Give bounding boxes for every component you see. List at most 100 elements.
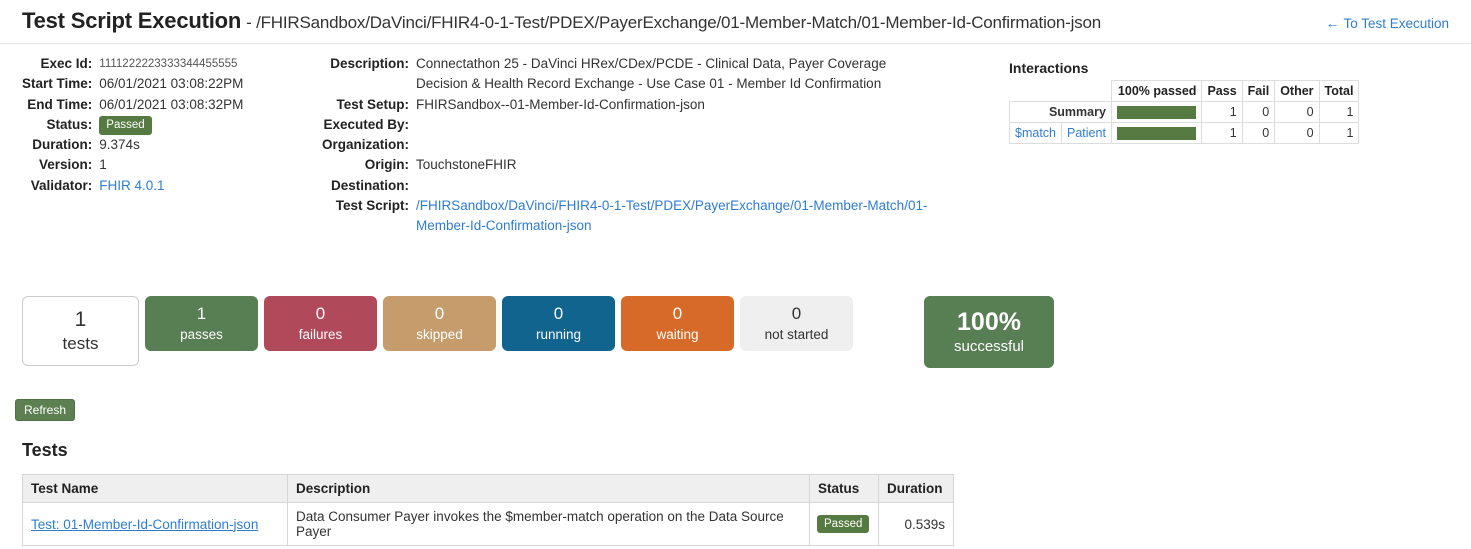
stat-box-running: 0 running <box>502 296 615 351</box>
status-badge: Passed <box>99 116 151 135</box>
execution-details-mid: Description: Connectathon 25 - DaVinci H… <box>322 54 932 237</box>
interactions-summary-pass: 1 <box>1202 102 1242 123</box>
progress-bar-track <box>1117 106 1197 119</box>
version-label: Version: <box>22 155 92 175</box>
stat-not-started-count: 0 <box>792 303 801 325</box>
end-time-label: End Time: <box>22 95 92 115</box>
stat-skipped-label: skipped <box>416 325 463 344</box>
stat-tests-label: tests <box>63 333 99 355</box>
stat-waiting-count: 0 <box>673 303 682 325</box>
arrow-left-icon: ← <box>1325 16 1339 30</box>
test-script-value: /FHIRSandbox/DaVinci/FHIR4-0-1-Test/PDEX… <box>416 196 932 237</box>
match-operation-link[interactable]: $match <box>1015 126 1056 140</box>
exec-id-label: Exec Id: <box>22 54 92 74</box>
stat-successful-percent: 100% <box>957 307 1021 337</box>
tests-col-duration: Duration <box>879 475 954 503</box>
interactions-summary-bar-cell <box>1111 102 1202 123</box>
test-description-cell: Data Consumer Payer invokes the $member-… <box>288 503 810 546</box>
patient-resource-link[interactable]: Patient <box>1067 126 1106 140</box>
duration-value: 9.374s <box>99 135 322 155</box>
interactions-match-pass: 1 <box>1202 123 1242 144</box>
interactions-summary-other: 0 <box>1275 102 1319 123</box>
tests-heading: Tests <box>22 440 68 461</box>
refresh-button[interactable]: Refresh <box>15 399 75 421</box>
interactions-summary-label: Summary <box>1010 102 1112 123</box>
description-label: Description: <box>322 54 409 95</box>
test-setup-label: Test Setup: <box>322 95 409 115</box>
execution-details-left: Exec Id: 1111222223333344455555 Start Ti… <box>22 54 322 196</box>
duration-label: Duration: <box>22 135 92 155</box>
page-header: Test Script Execution- /FHIRSandbox/DaVi… <box>0 0 1471 44</box>
organization-label: Organization: <box>322 135 409 155</box>
start-time-value: 06/01/2021 03:08:22PM <box>99 74 322 94</box>
tests-table: Test Name Description Status Duration Te… <box>22 474 954 546</box>
stat-passes-count: 1 <box>197 303 206 325</box>
stat-running-count: 0 <box>554 303 563 325</box>
stat-box-failures: 0 failures <box>264 296 377 351</box>
to-test-execution-link[interactable]: ← To Test Execution <box>1325 12 1449 31</box>
executed-by-value <box>416 115 932 135</box>
page-title: Test Script Execution- /FHIRSandbox/DaVi… <box>22 8 1101 34</box>
origin-label: Origin: <box>322 155 409 175</box>
test-script-link[interactable]: /FHIRSandbox/DaVinci/FHIR4-0-1-Test/PDEX… <box>416 198 927 233</box>
stat-passes-label: passes <box>180 325 223 344</box>
page-title-path: - /FHIRSandbox/DaVinci/FHIR4-0-1-Test/PD… <box>246 13 1101 32</box>
test-status-cell: Passed <box>810 503 879 546</box>
stat-box-successful: 100% successful <box>924 296 1054 368</box>
stat-skipped-count: 0 <box>435 303 444 325</box>
interactions-summary-total: 1 <box>1319 102 1359 123</box>
stat-box-skipped: 0 skipped <box>383 296 496 351</box>
interactions-col-pass: Pass <box>1202 81 1242 102</box>
tests-header-row: Test Name Description Status Duration <box>23 475 954 503</box>
stat-box-passes: 1 passes <box>145 296 258 351</box>
interactions-summary-fail: 0 <box>1242 102 1275 123</box>
interactions-col-other: Other <box>1275 81 1319 102</box>
table-row: Test: 01-Member-Id-Confirmation-json Dat… <box>23 503 954 546</box>
tests-col-description: Description <box>288 475 810 503</box>
interactions-col-blank <box>1010 81 1112 102</box>
test-duration-cell: 0.539s <box>879 503 954 546</box>
stat-box-waiting: 0 waiting <box>621 296 734 351</box>
stat-box-not-started: 0 not started <box>740 296 853 351</box>
organization-value <box>416 135 932 155</box>
interactions-match-total: 1 <box>1319 123 1359 144</box>
interactions-match-bar-cell <box>1111 123 1202 144</box>
status-label: Status: <box>22 115 92 135</box>
tests-col-name: Test Name <box>23 475 288 503</box>
interactions-panel: Interactions 100% passed Pass Fail Other… <box>1009 60 1350 144</box>
exec-id-value: 1111222223333344455555 <box>99 54 322 74</box>
validator-value: FHIR 4.0.1 <box>99 176 322 196</box>
end-time-value: 06/01/2021 03:08:32PM <box>99 95 322 115</box>
stat-box-tests: 1 tests <box>22 296 139 366</box>
progress-bar-fill <box>1117 106 1197 119</box>
origin-value: TouchstoneFHIR <box>416 155 932 175</box>
validator-link[interactable]: FHIR 4.0.1 <box>99 178 164 193</box>
progress-bar-track <box>1117 127 1197 140</box>
to-test-execution-label: To Test Execution <box>1343 16 1449 31</box>
interactions-match-fail: 0 <box>1242 123 1275 144</box>
interactions-table: 100% passed Pass Fail Other Total Summar… <box>1009 80 1359 144</box>
validator-label: Validator: <box>22 176 92 196</box>
test-name-link[interactable]: Test: 01-Member-Id-Confirmation-json <box>31 517 258 532</box>
test-script-label: Test Script: <box>322 196 409 237</box>
stat-failures-label: failures <box>299 325 343 344</box>
version-value: 1 <box>99 155 322 175</box>
interactions-match-other: 0 <box>1275 123 1319 144</box>
stat-successful-label: successful <box>954 337 1024 357</box>
stat-waiting-label: waiting <box>656 325 698 344</box>
stat-not-started-label: not started <box>765 325 829 344</box>
test-setup-value: FHIRSandbox--01-Member-Id-Confirmation-j… <box>416 95 932 115</box>
destination-label: Destination: <box>322 176 409 196</box>
progress-bar-fill <box>1117 127 1197 140</box>
interactions-operation-cell[interactable]: $match <box>1010 123 1062 144</box>
interactions-row-summary: Summary 1 0 0 1 <box>1010 102 1359 123</box>
executed-by-label: Executed By: <box>322 115 409 135</box>
interactions-resource-cell[interactable]: Patient <box>1062 123 1112 144</box>
description-value: Connectathon 25 - DaVinci HRex/CDex/PCDE… <box>416 54 932 95</box>
test-name-cell[interactable]: Test: 01-Member-Id-Confirmation-json <box>23 503 288 546</box>
execution-summary-stats: 1 tests 1 passes 0 failures 0 skipped 0 … <box>22 296 1054 368</box>
destination-value <box>416 176 932 196</box>
interactions-col-percent: 100% passed <box>1111 81 1202 102</box>
interactions-heading: Interactions <box>1009 60 1350 76</box>
tests-col-status: Status <box>810 475 879 503</box>
